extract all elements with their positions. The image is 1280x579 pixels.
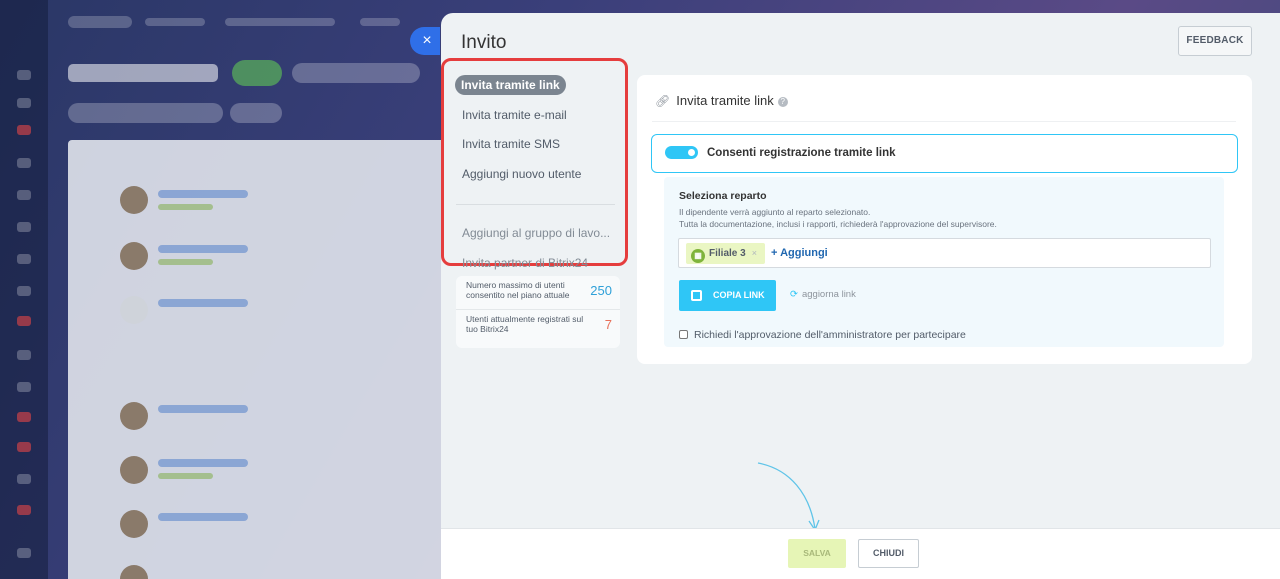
approval-option: Richiedi l'approvazione dell'amministrat… xyxy=(679,329,966,341)
bg-menu-icon xyxy=(17,98,31,108)
bg-row-name xyxy=(158,299,248,307)
slider-title: Invito xyxy=(461,32,507,53)
feedback-button[interactable]: FEEDBACK xyxy=(1178,26,1252,56)
close-icon: × xyxy=(422,32,432,49)
bg-menu-icon xyxy=(17,442,31,452)
user-limits-box: Numero massimo di utenti consentito nel … xyxy=(456,276,620,348)
bg-logo xyxy=(68,16,132,28)
bg-avatar xyxy=(120,456,148,484)
close-button[interactable]: CHIUDI xyxy=(858,539,919,568)
copy-icon xyxy=(691,290,702,301)
limit-row-current: Utenti attualmente registrati sul tuo Bi… xyxy=(456,309,620,342)
bg-avatar xyxy=(120,510,148,538)
copy-link-button[interactable]: COPIA LINK xyxy=(679,280,776,311)
close-slider-button[interactable]: × xyxy=(410,27,440,55)
bg-row-name xyxy=(158,190,248,198)
bg-menu-icon xyxy=(17,474,31,484)
menu-item-invite-email[interactable]: Invita tramite e-mail xyxy=(453,101,623,131)
approval-checkbox[interactable] xyxy=(679,330,688,339)
department-section: Seleziona reparto Il dipendente verrà ag… xyxy=(664,177,1224,347)
bg-row-name xyxy=(158,245,248,253)
bg-menu-icon xyxy=(17,158,31,168)
invite-slider: Invito FEEDBACK Invita tramite link Invi… xyxy=(441,13,1280,579)
link-icon: 🔗︎ xyxy=(655,94,671,108)
bg-top-link xyxy=(360,18,400,26)
bg-row-sub xyxy=(158,473,213,479)
department-title: Seleziona reparto xyxy=(679,190,767,202)
bg-row-name xyxy=(158,513,248,521)
slider-footer: SALVA CHIUDI xyxy=(441,528,1280,579)
department-hint-line: Tutta la documentazione, inclusi i rappo… xyxy=(679,219,997,229)
hint-arrow-icon xyxy=(757,462,820,532)
invite-link-card: 🔗︎ Invita tramite link? Consenti registra… xyxy=(637,75,1252,364)
card-heading: 🔗︎ Invita tramite link? xyxy=(655,93,788,108)
bg-menu-icon xyxy=(17,505,31,515)
menu-item-invite-partner[interactable]: Invita partner di Bitrix24 xyxy=(453,249,623,279)
bg-menu-icon xyxy=(17,382,31,392)
menu-item-invite-link[interactable]: Invita tramite link xyxy=(453,71,623,101)
card-heading-text: Invita tramite link xyxy=(676,93,774,108)
bg-avatar xyxy=(120,296,148,324)
bg-menu-icon xyxy=(17,70,31,80)
bg-top-link xyxy=(225,18,335,26)
current-users-label: Utenti attualmente registrati sul tuo Bi… xyxy=(466,314,584,334)
registration-toggle-label: Consenti registrazione tramite link xyxy=(707,147,896,159)
bg-menu-icon xyxy=(17,222,31,232)
refresh-icon: ⟳ xyxy=(790,289,798,300)
bg-filter xyxy=(292,63,420,83)
bg-menu-icon xyxy=(17,190,31,200)
bg-row-sub xyxy=(158,204,213,210)
approval-label: Richiedi l'approvazione dell'amministrat… xyxy=(694,329,966,341)
refresh-link[interactable]: ⟳ aggiorna link xyxy=(790,289,856,300)
help-icon[interactable]: ? xyxy=(777,97,788,107)
bg-page-title xyxy=(68,64,218,82)
refresh-link-label: aggiorna link xyxy=(801,289,856,300)
bg-menu-icon xyxy=(17,125,31,135)
bg-top-link xyxy=(145,18,205,26)
menu-item-add-workgroup[interactable]: Aggiungi al gruppo di lavo... xyxy=(453,219,623,249)
bg-menu-icon xyxy=(17,316,31,326)
max-users-label: Numero massimo di utenti consentito nel … xyxy=(466,280,570,300)
bg-avatar xyxy=(120,242,148,270)
bg-add-button xyxy=(232,60,282,86)
bg-menu-icon xyxy=(17,350,31,360)
max-users-value: 250 xyxy=(590,283,612,298)
limit-row-max: Numero massimo di utenti consentito nel … xyxy=(456,276,620,309)
bg-chip xyxy=(68,103,223,123)
bg-menu-icon xyxy=(17,548,31,558)
bg-avatar xyxy=(120,402,148,430)
registration-toggle-box: Consenti registrazione tramite link xyxy=(651,134,1238,173)
bg-chip xyxy=(230,103,282,123)
department-hint-line: Il dipendente verrà aggiunto al reparto … xyxy=(679,207,871,217)
bg-avatar xyxy=(120,186,148,214)
bg-menu-icon xyxy=(17,286,31,296)
department-selector[interactable]: ▦ Filiale 3 × + Aggiungi xyxy=(678,238,1211,268)
bg-menu-icon xyxy=(17,254,31,264)
card-divider xyxy=(652,121,1236,122)
menu-item-add-user[interactable]: Aggiungi nuovo utente xyxy=(453,160,623,190)
menu-item-label: Invita tramite link xyxy=(455,75,566,95)
invite-menu: Invita tramite link Invita tramite e-mai… xyxy=(453,71,623,278)
department-tag-label: Filiale 3 xyxy=(709,248,746,259)
department-hint: Il dipendente verrà aggiunto al reparto … xyxy=(679,206,997,230)
bg-row-name xyxy=(158,405,248,413)
department-icon: ▦ xyxy=(691,249,705,263)
current-users-value: 7 xyxy=(604,317,612,332)
menu-divider xyxy=(456,204,615,205)
registration-toggle[interactable] xyxy=(665,146,698,159)
bg-row-sub xyxy=(158,259,213,265)
remove-tag-icon[interactable]: × xyxy=(752,248,757,258)
menu-item-invite-sms[interactable]: Invita tramite SMS xyxy=(453,130,623,160)
bg-menu-icon xyxy=(17,412,31,422)
department-tag: ▦ Filiale 3 × xyxy=(686,243,765,264)
copy-link-label: COPIA LINK xyxy=(713,290,765,300)
add-department-link[interactable]: + Aggiungi xyxy=(771,247,828,259)
bg-row-name xyxy=(158,459,248,467)
background-left-menu xyxy=(0,0,48,579)
save-button[interactable]: SALVA xyxy=(788,539,846,568)
